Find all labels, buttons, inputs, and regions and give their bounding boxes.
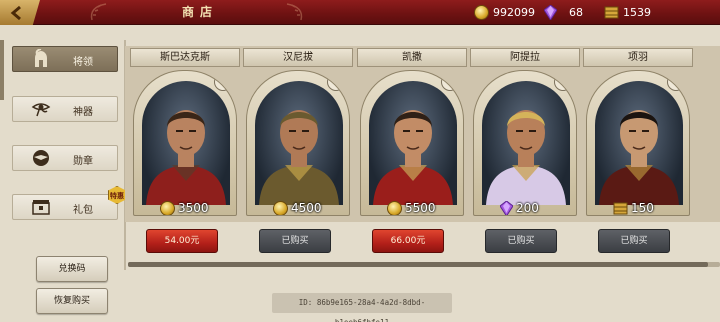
- spartan-helmet-icon: [35, 49, 47, 67]
- hero-card[interactable]: 斯巴达克斯 i 3500: [130, 48, 240, 218]
- info-icon[interactable]: i: [441, 73, 459, 91]
- buy-button[interactable]: 66.00元: [372, 229, 444, 253]
- hero-price: 200: [500, 199, 539, 215]
- hero-name: 斯巴达克斯: [130, 48, 240, 67]
- sidebar-item-generals[interactable]: 将领: [12, 46, 118, 72]
- hero-name: 汉尼拔: [243, 48, 353, 67]
- hero-portrait-art: [373, 110, 453, 205]
- hero-price-amount: 3500: [178, 201, 209, 215]
- hero-portrait: [369, 81, 457, 205]
- hero-portrait: [142, 81, 230, 205]
- hero-card[interactable]: 汉尼拔 i 4500: [243, 48, 353, 218]
- info-icon[interactable]: i: [214, 73, 232, 91]
- eye-of-horus-icon: [31, 103, 51, 117]
- scrollbar-thumb[interactable]: [128, 262, 708, 267]
- hero-price: 150: [613, 199, 654, 215]
- purchased-button[interactable]: 已购买: [259, 229, 331, 253]
- top-bar: 商店 992099 68 1539: [0, 0, 720, 25]
- hero-card[interactable]: 凯撒 i 5500: [357, 48, 467, 218]
- info-icon[interactable]: i: [554, 73, 572, 91]
- token-counter[interactable]: 1539: [604, 4, 651, 21]
- hero-price-amount: 5500: [405, 201, 436, 215]
- gold-amount: 992099: [493, 6, 535, 19]
- token-amount: 1539: [623, 6, 651, 19]
- sidebar-item-label: 神器: [73, 107, 93, 118]
- gold-coin-icon: [160, 200, 175, 215]
- hero-portrait-art: [599, 110, 679, 205]
- info-icon[interactable]: i: [667, 73, 685, 91]
- player-id-label: ID: 86b9e165-28a4-4a2d-8dbd-b1eeb6fbfe11: [272, 293, 452, 322]
- hero-portrait-art: [146, 110, 226, 205]
- hero-price-amount: 200: [516, 201, 539, 215]
- hero-portrait-art: [259, 110, 339, 205]
- sidebar-accent: [0, 40, 4, 100]
- gift-chest-icon: [32, 200, 50, 215]
- hero-price: 3500: [160, 199, 209, 215]
- sidebar-item-packs[interactable]: 礼包: [12, 194, 118, 220]
- sidebar-item-label: 礼包: [73, 205, 93, 216]
- sidebar-item-label: 将领: [73, 57, 93, 68]
- hero-card[interactable]: 项羽 i 150: [583, 48, 693, 218]
- laurel-ornament-icon: [286, 3, 303, 21]
- page-title: 商店: [181, 5, 218, 19]
- laurel-ornament-icon: [90, 3, 107, 21]
- gold-coin-icon: [474, 5, 489, 20]
- hero-portrait: [482, 81, 570, 205]
- hero-price: 5500: [387, 199, 436, 215]
- purchased-button[interactable]: 已购买: [485, 229, 557, 253]
- gem-counter[interactable]: 68: [544, 4, 583, 21]
- hero-portrait: [255, 81, 343, 205]
- redeem-code-button[interactable]: 兑换码: [36, 256, 108, 282]
- restore-purchase-button[interactable]: 恢复购买: [36, 288, 108, 314]
- hero-portrait-art: [486, 110, 566, 205]
- hero-name: 凯撒: [357, 48, 467, 67]
- buy-button[interactable]: 54.00元: [146, 229, 218, 253]
- sidebar-item-artifacts[interactable]: 神器: [12, 96, 118, 122]
- hero-card[interactable]: 阿提拉 i 200: [470, 48, 580, 218]
- hero-portrait-frame: i 4500: [246, 70, 350, 216]
- hero-portrait-frame: i 200: [473, 70, 577, 216]
- hero-name: 项羽: [583, 48, 693, 67]
- sidebar-item-medals[interactable]: 勋章: [12, 145, 118, 171]
- gold-counter[interactable]: 992099: [474, 4, 535, 21]
- info-icon[interactable]: i: [327, 73, 345, 91]
- hero-portrait-frame: i 3500: [133, 70, 237, 216]
- hero-price-amount: 150: [631, 201, 654, 215]
- hero-portrait-frame: i 5500: [360, 70, 464, 216]
- purple-gem-icon: [544, 5, 557, 20]
- hero-price: 4500: [273, 199, 322, 215]
- purchased-button[interactable]: 已购买: [598, 229, 670, 253]
- hero-price-amount: 4500: [291, 201, 322, 215]
- hero-name: 阿提拉: [470, 48, 580, 67]
- hero-portrait: [595, 81, 683, 205]
- gem-amount: 68: [569, 6, 583, 19]
- crate-token-icon: [604, 6, 619, 19]
- purple-gem-icon: [500, 200, 513, 215]
- back-button[interactable]: [0, 0, 40, 25]
- crate-token-icon: [613, 202, 628, 214]
- gold-coin-icon: [273, 200, 288, 215]
- hero-portrait-frame: i 150: [586, 70, 690, 216]
- gold-coin-icon: [387, 200, 402, 215]
- eagle-medal-icon: [33, 150, 49, 166]
- back-arrow-icon: [10, 5, 21, 20]
- sidebar-item-label: 勋章: [73, 156, 93, 167]
